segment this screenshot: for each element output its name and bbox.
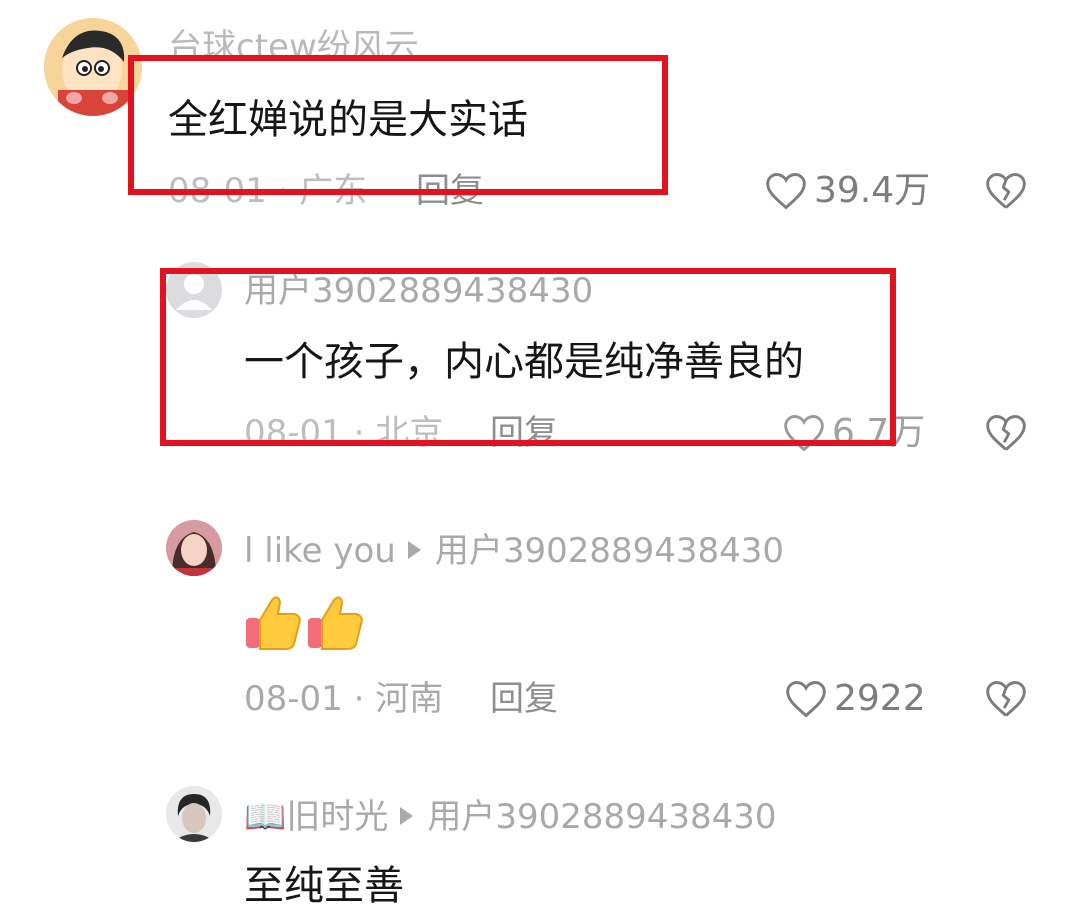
like-button[interactable]: 2922 bbox=[784, 678, 926, 720]
heart-outline-icon bbox=[784, 678, 828, 720]
highlight-box bbox=[128, 55, 668, 195]
broken-heart-icon bbox=[984, 412, 1028, 454]
broken-heart-icon bbox=[984, 170, 1028, 212]
comment-username-line: 📖旧时光 用户3902889438430 bbox=[244, 800, 777, 834]
user-photo-image bbox=[166, 786, 222, 842]
reply-button[interactable]: 回复 bbox=[490, 682, 558, 716]
dislike-button[interactable] bbox=[984, 412, 1028, 454]
reply-to-username[interactable]: 用户3902889438430 bbox=[427, 797, 776, 837]
comment-emoji bbox=[244, 592, 366, 652]
comment-username[interactable]: 📖旧时光 bbox=[244, 797, 388, 837]
highlight-box bbox=[160, 268, 896, 446]
play-triangle-icon bbox=[400, 806, 414, 825]
comment-text: 至纯至善 bbox=[244, 863, 404, 909]
thumbs-up-icon bbox=[244, 592, 304, 652]
dislike-button[interactable] bbox=[984, 678, 1028, 720]
user-photo-image bbox=[166, 520, 222, 576]
comment-username[interactable]: l like you bbox=[244, 531, 396, 571]
like-count: 39.4万 bbox=[814, 170, 931, 211]
avatar[interactable] bbox=[166, 520, 222, 576]
heart-outline-icon bbox=[764, 170, 808, 212]
reply-to-username[interactable]: 用户3902889438430 bbox=[435, 531, 784, 571]
like-count: 2922 bbox=[834, 678, 926, 719]
broken-heart-icon bbox=[984, 678, 1028, 720]
comment-username-line: l like you 用户3902889438430 bbox=[244, 534, 784, 568]
avatar[interactable] bbox=[166, 786, 222, 842]
play-triangle-icon bbox=[407, 540, 421, 559]
like-button[interactable]: 39.4万 bbox=[764, 170, 930, 212]
thumbs-up-icon bbox=[306, 592, 366, 652]
dislike-button[interactable] bbox=[984, 170, 1028, 212]
comment-date-location: 08-01 · 河南 bbox=[244, 679, 444, 719]
